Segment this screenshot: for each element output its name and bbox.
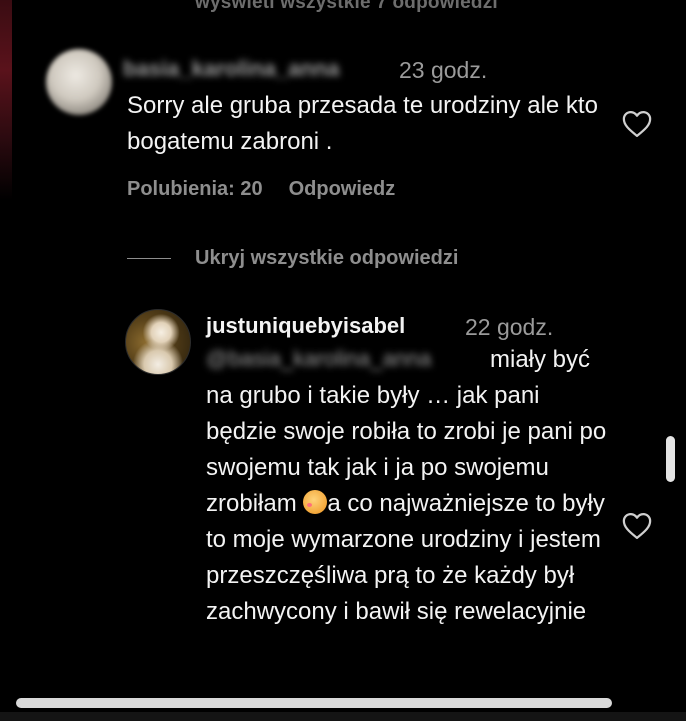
heart-icon[interactable] — [622, 110, 652, 138]
reply-username[interactable]: justuniquebyisabel — [206, 313, 405, 339]
heart-icon[interactable] — [622, 512, 652, 540]
view-all-replies-link[interactable]: wyświetl wszystkie 7 odpowiedzi — [195, 0, 498, 14]
hide-replies-label[interactable]: Ukryj wszystkie odpowiedzi — [195, 247, 458, 270]
commenter-avatar[interactable] — [46, 49, 112, 115]
reply-button[interactable]: Odpowiedz — [289, 178, 396, 201]
divider-line — [127, 258, 171, 259]
comment-text: Sorry ale gruba przesada te urodziny ale… — [127, 92, 598, 155]
reply-time: 22 godz. — [465, 314, 554, 340]
horizontal-scrollbar[interactable] — [16, 698, 612, 708]
reply-text: miały być na grubo i takie były … jak pa… — [206, 342, 616, 630]
smiling-face-with-hearts-icon — [303, 490, 328, 514]
comment-meta: Polubienia: 20 Odpowiedz — [127, 178, 395, 201]
background-image-edge — [0, 0, 12, 200]
comment-username[interactable]: basia_karolina_anna — [123, 56, 339, 82]
reply-avatar[interactable] — [125, 309, 191, 375]
hide-replies-button[interactable]: Ukryj wszystkie odpowiedzi — [127, 247, 458, 270]
likes-count[interactable]: Polubienia: 20 — [127, 178, 263, 201]
vertical-scrollbar[interactable] — [666, 436, 675, 482]
comment-time: 23 godz. — [399, 57, 488, 83]
bottom-edge — [0, 712, 686, 721]
